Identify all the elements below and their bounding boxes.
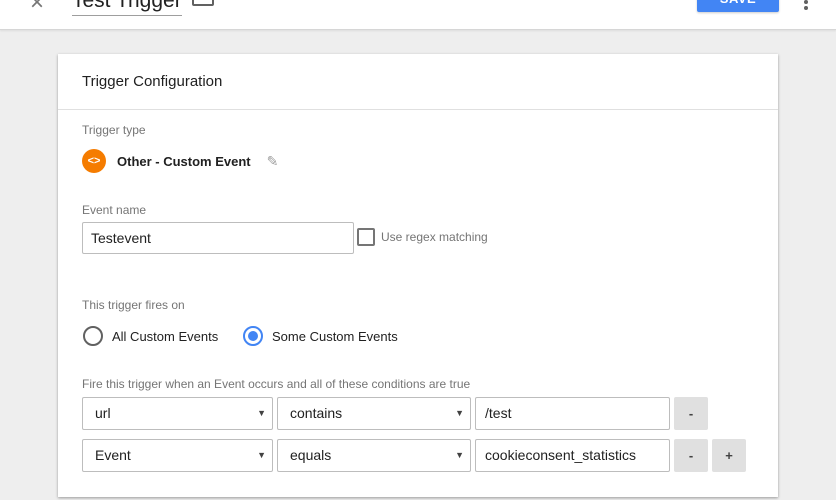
trigger-type-name: Other - Custom Event xyxy=(117,153,251,169)
fires-on-label: This trigger fires on xyxy=(82,298,185,312)
dropdown-arrow-icon: ▼ xyxy=(257,450,266,460)
radio-some-custom-events[interactable]: Some Custom Events xyxy=(243,326,398,346)
event-name-input[interactable] xyxy=(82,222,354,254)
trigger-name-field[interactable]: Test Trigger xyxy=(72,0,182,16)
event-name-label: Event name xyxy=(82,203,147,217)
more-menu-icon[interactable] xyxy=(800,0,812,10)
radio-all-custom-events[interactable]: All Custom Events xyxy=(83,326,218,346)
radio-button-selected[interactable] xyxy=(243,326,263,346)
card-title: Trigger Configuration xyxy=(82,73,223,90)
dropdown-arrow-icon: ▼ xyxy=(455,450,464,460)
dropdown-arrow-icon: ▼ xyxy=(455,408,464,418)
select-value: url xyxy=(95,405,111,421)
regex-label: Use regex matching xyxy=(381,230,488,244)
close-icon[interactable]: × xyxy=(22,0,52,18)
pencil-icon[interactable]: ✎ xyxy=(267,153,279,170)
select-value: contains xyxy=(290,405,343,421)
save-button[interactable]: SAVE xyxy=(697,0,779,12)
remove-condition-button[interactable]: - xyxy=(674,397,708,430)
trigger-type-label: Trigger type xyxy=(82,123,146,137)
select-value: Event xyxy=(95,447,131,463)
regex-checkbox-row[interactable]: Use regex matching xyxy=(357,228,488,246)
select-value: equals xyxy=(290,447,332,463)
radio-label: All Custom Events xyxy=(112,328,219,344)
top-bar: × Test Trigger SAVE xyxy=(0,0,836,30)
regex-checkbox[interactable] xyxy=(357,228,375,246)
dropdown-arrow-icon: ▼ xyxy=(257,408,266,418)
condition-value-input[interactable]: cookieconsent_statistics xyxy=(475,439,670,472)
add-condition-button[interactable]: + xyxy=(712,439,746,472)
condition-operator-select[interactable]: equals ▼ xyxy=(277,439,471,472)
radio-button[interactable] xyxy=(83,326,103,346)
condition-value-input[interactable]: /test xyxy=(475,397,670,430)
trigger-configuration-card: Trigger Configuration Trigger type <> Ot… xyxy=(58,54,778,497)
custom-event-icon: <> xyxy=(82,149,106,173)
trigger-type-selector[interactable]: <> Other - Custom Event ✎ xyxy=(82,149,278,173)
trigger-name: Test Trigger xyxy=(72,0,182,12)
card-header: Trigger Configuration xyxy=(58,54,778,110)
folder-icon[interactable] xyxy=(192,0,214,6)
condition-variable-select[interactable]: Event ▼ xyxy=(82,439,273,472)
remove-condition-button[interactable]: - xyxy=(674,439,708,472)
radio-label: Some Custom Events xyxy=(272,328,398,344)
condition-operator-select[interactable]: contains ▼ xyxy=(277,397,471,430)
condition-variable-select[interactable]: url ▼ xyxy=(82,397,273,430)
conditions-label: Fire this trigger when an Event occurs a… xyxy=(82,377,471,391)
